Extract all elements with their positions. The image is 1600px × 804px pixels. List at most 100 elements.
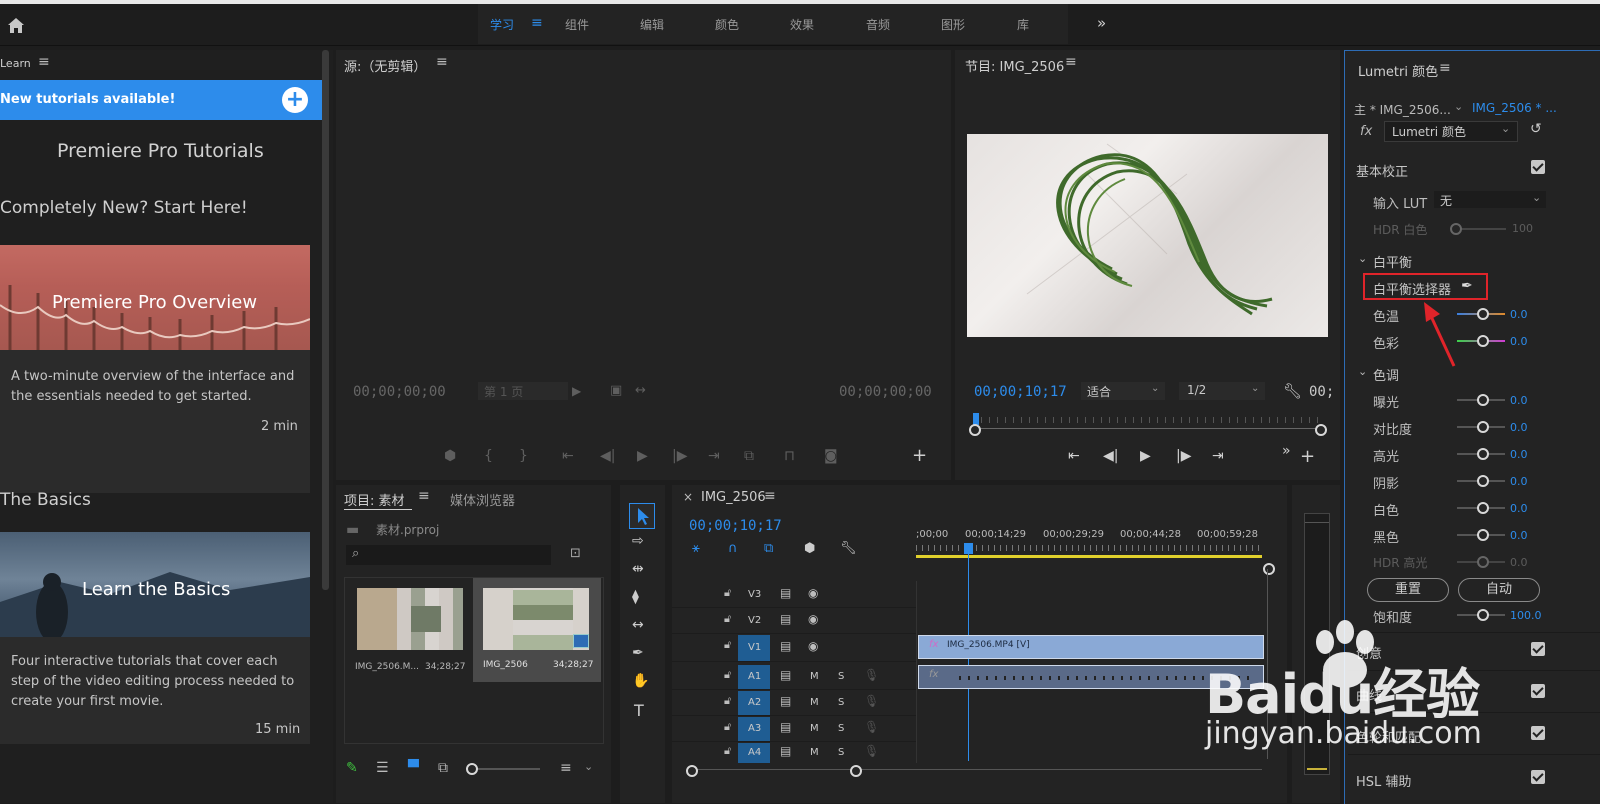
master-clip-label[interactable]: 主 * IMG_2506... xyxy=(1354,101,1451,118)
go-to-in-icon[interactable]: ⇤ xyxy=(562,448,574,464)
mute-button[interactable]: M xyxy=(810,723,819,734)
mute-button[interactable]: M xyxy=(810,697,819,708)
lock-icon[interactable]: 🔓︎ xyxy=(724,587,731,598)
microphone-icon[interactable]: 🎙︎ xyxy=(864,745,879,757)
sync-lock-icon[interactable]: ▤ xyxy=(780,640,791,652)
sort-icon[interactable]: ≡ xyxy=(560,760,572,776)
new-tutorials-banner[interactable]: New tutorials available! + xyxy=(0,80,322,120)
reset-effect-icon[interactable]: ↺ xyxy=(1530,121,1542,137)
tutorial-card-basics[interactable]: Learn the Basics Four interactive tutori… xyxy=(0,532,310,744)
step-back-icon[interactable]: ◀| xyxy=(1103,448,1118,464)
out-point-icon[interactable]: } xyxy=(519,448,528,464)
close-icon[interactable]: × xyxy=(683,490,693,504)
chevron-down-icon[interactable]: ⌄ xyxy=(584,760,593,773)
eye-icon[interactable]: ◉ xyxy=(808,640,818,652)
whites-value[interactable]: 0.0 xyxy=(1510,502,1528,515)
sync-lock-icon[interactable]: ▤ xyxy=(780,745,791,757)
creative-checkbox[interactable] xyxy=(1531,642,1545,656)
auto-button[interactable]: 自动 xyxy=(1458,578,1540,602)
play-icon[interactable]: ▶ xyxy=(1140,448,1151,464)
tone-heading[interactable]: 色调 xyxy=(1373,365,1399,384)
section-basic-correction[interactable]: 基本校正 xyxy=(1356,161,1408,180)
tint-value[interactable]: 0.0 xyxy=(1510,335,1528,348)
mute-button[interactable]: M xyxy=(810,747,819,758)
wrench-icon[interactable]: 🔧︎ xyxy=(1283,382,1302,400)
overflow-icon[interactable]: » xyxy=(1282,443,1291,459)
scrub-start-handle[interactable] xyxy=(969,424,981,436)
go-to-in-icon[interactable]: ⇤ xyxy=(1068,448,1080,464)
hdr-specular-knob[interactable] xyxy=(1477,556,1489,568)
chevron-down-icon[interactable]: ⌄ xyxy=(1358,365,1367,378)
zoom-slider[interactable] xyxy=(470,768,540,770)
eye-icon[interactable]: ◉ xyxy=(808,613,818,625)
step-back-icon[interactable]: ◀| xyxy=(600,448,615,464)
insert-icon[interactable]: ⧉ xyxy=(744,448,754,464)
solo-button[interactable]: S xyxy=(838,697,844,708)
whites-knob[interactable] xyxy=(1477,502,1489,514)
exposure-knob[interactable] xyxy=(1477,394,1489,406)
panel-scrollbar[interactable] xyxy=(322,50,329,590)
sync-lock-icon[interactable]: ▤ xyxy=(780,613,791,625)
solo-button[interactable]: S xyxy=(838,671,844,682)
effect-select[interactable]: Lumetri 颜色 ⌄ xyxy=(1384,121,1518,142)
page-select[interactable]: 第 1 页 xyxy=(478,382,568,400)
sync-lock-icon[interactable]: ▤ xyxy=(780,721,791,733)
learn-panel-menu-icon[interactable]: ≡ xyxy=(38,55,50,69)
workspace-tab-graphics[interactable]: 图形 xyxy=(941,16,965,33)
contrast-value[interactable]: 0.0 xyxy=(1510,421,1528,434)
hdr-white-slider[interactable] xyxy=(1456,228,1506,230)
snap-icon[interactable]: ∩ xyxy=(728,541,738,556)
sequence-clip-label[interactable]: IMG_2506 * ... xyxy=(1472,101,1557,115)
eyedropper-icon[interactable]: ✒ xyxy=(1461,278,1473,294)
timeline-settings-icon[interactable]: 🔧︎ xyxy=(840,541,857,556)
workspace-overflow-icon[interactable]: » xyxy=(1097,14,1106,32)
add-icon[interactable]: + xyxy=(282,87,308,113)
icon-view-icon[interactable]: ▀ xyxy=(408,760,419,776)
overwrite-icon[interactable]: ⊓ xyxy=(784,448,795,464)
program-timecode[interactable]: 00;00;10;17 xyxy=(974,384,1067,400)
program-menu-icon[interactable]: ≡ xyxy=(1065,55,1077,69)
timeline-hscroll[interactable] xyxy=(686,765,1262,777)
scrub-end-handle[interactable] xyxy=(1315,424,1327,436)
section-hsl[interactable]: HSL 辅助 xyxy=(1356,771,1411,790)
hscroll-right-handle[interactable] xyxy=(850,765,862,777)
sync-lock-icon[interactable]: ▤ xyxy=(780,695,791,707)
add-marker-icon[interactable]: ⬢ xyxy=(804,541,815,556)
lock-icon[interactable]: 🔓︎ xyxy=(724,613,731,624)
type-tool-icon[interactable]: T xyxy=(634,701,644,720)
microphone-icon[interactable]: 🎙︎ xyxy=(864,695,879,707)
highlights-value[interactable]: 0.0 xyxy=(1510,448,1528,461)
project-item[interactable]: IMG_2506.M... 34;28;27 xyxy=(351,586,469,684)
zoom-slider-knob[interactable] xyxy=(466,763,478,775)
timeline-timecode[interactable]: 00;00;10;17 xyxy=(689,518,782,534)
fit-select[interactable]: 适合 ⌄ xyxy=(1081,382,1165,400)
workspace-tab-learn[interactable]: 学习 xyxy=(490,16,514,33)
tutorial-card-overview[interactable]: Premiere Pro Overview A two-minute overv… xyxy=(0,245,310,493)
track-select-tool-icon[interactable]: ⇨ xyxy=(632,533,644,549)
workspace-tab-color[interactable]: 颜色 xyxy=(715,16,739,33)
basic-correction-checkbox[interactable] xyxy=(1531,160,1545,174)
shadows-knob[interactable] xyxy=(1477,475,1489,487)
workspace-menu-icon[interactable]: ≡ xyxy=(531,15,543,31)
microphone-icon[interactable]: 🎙︎ xyxy=(864,669,879,681)
hscroll-left-handle[interactable] xyxy=(686,765,698,777)
linked-selection-icon[interactable]: ⧉ xyxy=(764,541,773,556)
selection-tool-icon[interactable] xyxy=(629,503,655,529)
reset-button[interactable]: 重置 xyxy=(1367,578,1449,602)
eye-icon[interactable]: ◉ xyxy=(808,587,818,599)
lumetri-menu-icon[interactable]: ≡ xyxy=(1439,61,1451,75)
lock-icon[interactable]: 🔓︎ xyxy=(724,721,731,732)
export-frame-small-icon[interactable]: ▣ xyxy=(610,383,622,398)
go-to-out-icon[interactable]: ⇥ xyxy=(708,448,720,464)
color-wheels-checkbox[interactable] xyxy=(1531,726,1545,740)
chevron-down-icon[interactable]: ⌄ xyxy=(1454,100,1463,113)
new-bin-icon[interactable]: ⊡ xyxy=(570,546,581,561)
workspace-tab-assembly[interactable]: 组件 xyxy=(565,16,589,33)
blacks-value[interactable]: 0.0 xyxy=(1510,529,1528,542)
temperature-knob[interactable] xyxy=(1477,308,1489,320)
lock-icon[interactable]: 🔓︎ xyxy=(724,669,731,680)
source-menu-icon[interactable]: ≡ xyxy=(436,55,448,69)
lock-icon[interactable]: 🔓︎ xyxy=(724,745,731,756)
pencil-icon[interactable]: ✎ xyxy=(346,760,358,776)
exposure-value[interactable]: 0.0 xyxy=(1510,394,1528,407)
